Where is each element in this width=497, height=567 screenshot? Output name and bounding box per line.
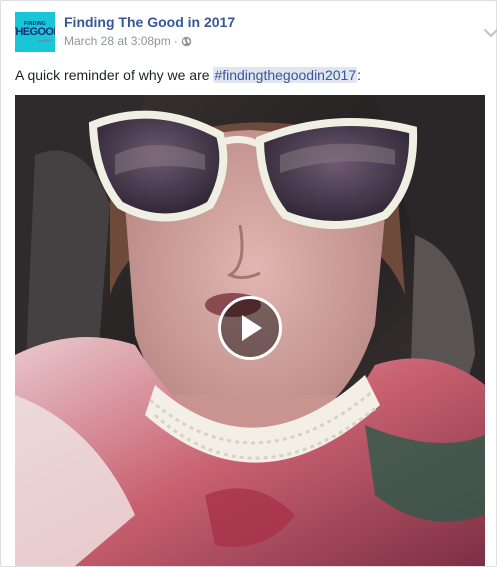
- play-button[interactable]: [218, 296, 282, 360]
- globe-icon[interactable]: [181, 34, 192, 48]
- post-meta: March 28 at 3:08pm ·: [64, 34, 192, 48]
- video-player[interactable]: [15, 95, 485, 566]
- avatar-text-year: in 2017: [38, 37, 52, 43]
- avatar-text-main: THEGOOD: [15, 25, 55, 38]
- play-icon: [242, 315, 262, 341]
- meta-separator: ·: [173, 34, 178, 48]
- chevron-down-icon[interactable]: [482, 26, 497, 40]
- post-card: FINDING THEGOOD in 2017 Finding The Good…: [0, 0, 497, 567]
- post-timestamp[interactable]: March 28 at 3:08pm: [64, 34, 171, 48]
- post-text: A quick reminder of why we are #findingt…: [15, 67, 485, 83]
- post-header: FINDING THEGOOD in 2017 Finding The Good…: [15, 12, 497, 52]
- page-avatar[interactable]: FINDING THEGOOD in 2017: [15, 12, 55, 52]
- post-text-end: :: [357, 67, 362, 83]
- post-text-body: A quick reminder of why we are: [15, 67, 214, 83]
- hashtag-link[interactable]: #findingthegoodin2017: [213, 67, 358, 83]
- page-name-link[interactable]: Finding The Good in 2017: [64, 14, 235, 30]
